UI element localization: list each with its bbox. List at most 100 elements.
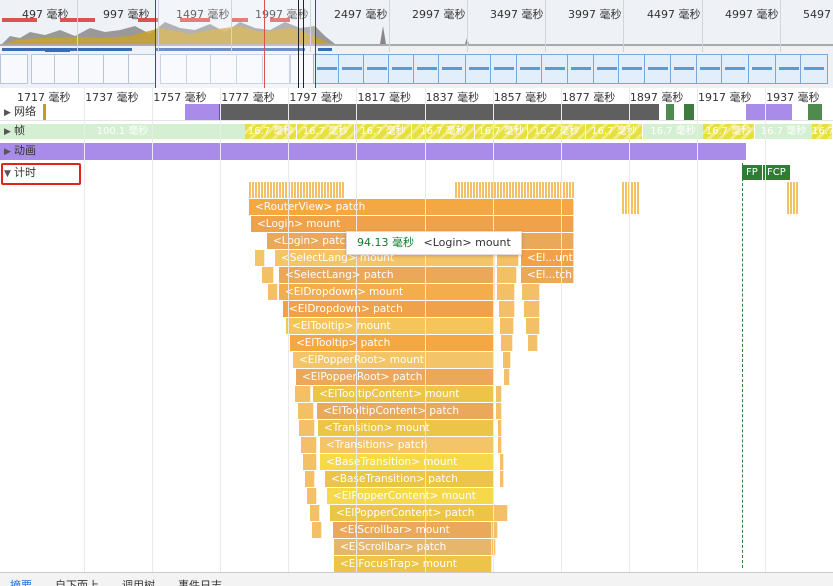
flame-sub-entry[interactable] [503, 352, 511, 368]
network-request[interactable] [808, 104, 822, 120]
filmstrip-thumbnail[interactable] [644, 54, 672, 84]
timeline-overview[interactable]: 497 毫秒 997 毫秒 1497 毫秒 1997 毫秒 2497 毫秒 2997 毫秒… [0, 0, 833, 89]
filmstrip-thumbnail[interactable] [413, 54, 441, 84]
flame-sub-entry[interactable] [500, 318, 514, 334]
filmstrip-thumbnail[interactable] [438, 54, 466, 84]
flame-entry[interactable]: <Login> mount [251, 216, 574, 232]
flame-sub-entry[interactable] [255, 250, 265, 266]
flame-entry[interactable]: <ElDropdown> patch [283, 301, 494, 317]
network-request[interactable] [666, 104, 674, 120]
filmstrip-thumbnail[interactable] [516, 54, 544, 84]
flame-entry[interactable]: <ElFocusTrap> mount [334, 556, 492, 572]
overview-selection-window[interactable] [155, 0, 315, 88]
filmstrip-thumbnail[interactable] [618, 54, 646, 84]
filmstrip-thumbnail[interactable] [338, 54, 366, 84]
fp-marker[interactable]: FP [742, 165, 762, 180]
flame-entry[interactable]: <El...unt [521, 250, 574, 266]
filmstrip-thumbnail[interactable] [78, 54, 106, 84]
flame-entry[interactable]: <BaseTransition> patch [325, 471, 494, 487]
filmstrip[interactable] [0, 54, 833, 86]
filmstrip-thumbnail[interactable] [748, 54, 776, 84]
flame-sub-entry[interactable] [268, 284, 278, 300]
flame-sub-entry[interactable] [299, 420, 315, 436]
flame-entry[interactable]: <ElTooltip> patch [290, 335, 494, 351]
flame-sub-entry[interactable] [498, 437, 502, 453]
flame-entry[interactable]: <ElTooltip> mount [286, 318, 494, 334]
selection-left-handle[interactable] [155, 0, 156, 88]
network-track[interactable]: ▶ 网络 [0, 104, 833, 121]
filmstrip-thumbnail[interactable] [567, 54, 595, 84]
frame-bar[interactable]: 16.7 毫秒 [812, 124, 833, 139]
filmstrip-thumbnail[interactable] [800, 54, 828, 84]
flame-sub-entry[interactable] [528, 335, 538, 351]
filmstrip-thumbnail[interactable] [103, 54, 131, 84]
network-request[interactable] [185, 104, 219, 120]
filmstrip-thumbnail[interactable] [670, 54, 698, 84]
flame-entry[interactable]: <Transition> patch [320, 437, 494, 453]
animation-bar[interactable] [0, 143, 746, 160]
flame-entry[interactable]: <ElPopperContent> mount [327, 488, 494, 504]
flame-sub-entry[interactable] [295, 386, 311, 402]
filmstrip-thumbnail[interactable] [465, 54, 493, 84]
animations-track[interactable]: ▶ 动画 [0, 143, 833, 160]
timings-track-header[interactable]: ▼ 计时 [0, 165, 36, 181]
filmstrip-thumbnail[interactable] [388, 54, 416, 84]
frames-track-header[interactable]: ▶ 帧 [0, 123, 25, 139]
frame-bar[interactable]: 16.7 毫秒 [703, 124, 755, 139]
filmstrip-thumbnail[interactable] [721, 54, 749, 84]
flame-entry[interactable]: <ElTooltipContent> mount [313, 386, 494, 402]
flame-sub-entry[interactable] [497, 267, 517, 283]
flame-entry[interactable]: <SelectLang> patch [279, 267, 495, 283]
flame-entry[interactable]: <ElPopperRoot> mount [293, 352, 494, 368]
flame-entry[interactable]: <El...tch [521, 267, 574, 283]
filmstrip-thumbnail[interactable] [490, 54, 518, 84]
flame-sub-entry[interactable] [500, 454, 504, 470]
filmstrip-thumbnail[interactable] [363, 54, 391, 84]
flame-sub-entry[interactable] [524, 301, 540, 317]
flame-sub-entry[interactable] [498, 420, 502, 436]
flame-entry[interactable]: <ElTooltipContent> patch [317, 403, 494, 419]
flame-entry[interactable]: <RouterView> patch [249, 199, 574, 215]
frame-bar[interactable]: 16.7 毫秒 [528, 124, 586, 139]
flame-sub-entry[interactable] [500, 471, 504, 487]
frame-bar[interactable]: 16.7 毫秒 [475, 124, 528, 139]
flame-sub-entry[interactable] [499, 301, 515, 317]
flame-sub-entry[interactable] [501, 335, 513, 351]
filmstrip-thumbnail[interactable] [775, 54, 803, 84]
flame-sub-entry[interactable] [298, 403, 314, 419]
frame-bar[interactable]: 16.7 毫秒 [755, 124, 812, 139]
network-request[interactable] [684, 104, 694, 120]
filmstrip-thumbnail[interactable] [0, 54, 28, 84]
flame-sub-entry[interactable] [494, 505, 508, 521]
selection-right-handle[interactable] [315, 0, 316, 88]
network-track-header[interactable]: ▶ 网络 [0, 104, 36, 120]
flame-entry[interactable]: <ElPopperContent> patch [330, 505, 494, 521]
filmstrip-thumbnail[interactable] [541, 54, 569, 84]
flame-sub-entry[interactable] [310, 505, 320, 521]
network-request[interactable] [219, 104, 659, 120]
flame-sub-entry[interactable] [526, 318, 540, 334]
flame-sub-entry[interactable] [301, 437, 317, 453]
flame-sub-entry[interactable] [262, 267, 274, 283]
frame-bar[interactable]: 16.7 毫秒 [643, 124, 703, 139]
flame-sub-entry[interactable] [497, 284, 515, 300]
flame-sub-entry[interactable] [504, 369, 510, 385]
frame-bar[interactable]: 16.7 毫秒 [412, 124, 475, 139]
filmstrip-thumbnail[interactable] [313, 54, 341, 84]
frame-bar[interactable]: 100.1 毫秒 [0, 124, 245, 139]
flame-sub-entry[interactable] [496, 386, 502, 402]
flame-entry[interactable]: <ElPopperRoot> patch [296, 369, 494, 385]
frames-track[interactable]: ▶ 帧 100.1 毫秒 16.7 毫秒 16.7 毫秒 16.7 毫秒 16.7 毫秒 1… [0, 122, 833, 140]
animations-track-header[interactable]: ▶ 动画 [0, 143, 36, 159]
flame-sub-entry[interactable] [307, 488, 317, 504]
flame-entry[interactable]: <Transition> mount [318, 420, 494, 436]
filmstrip-thumbnail[interactable] [696, 54, 724, 84]
filmstrip-thumbnail[interactable] [128, 54, 156, 84]
frame-bar[interactable]: 16.7 毫秒 [297, 124, 355, 139]
flame-sub-entry[interactable] [303, 454, 317, 470]
flame-sub-entry[interactable] [312, 522, 322, 538]
flame-sub-entry[interactable] [522, 284, 540, 300]
frame-bar[interactable]: 16.7 毫秒 [586, 124, 643, 139]
filmstrip-thumbnail[interactable] [593, 54, 621, 84]
flame-sub-entry[interactable] [305, 471, 315, 487]
